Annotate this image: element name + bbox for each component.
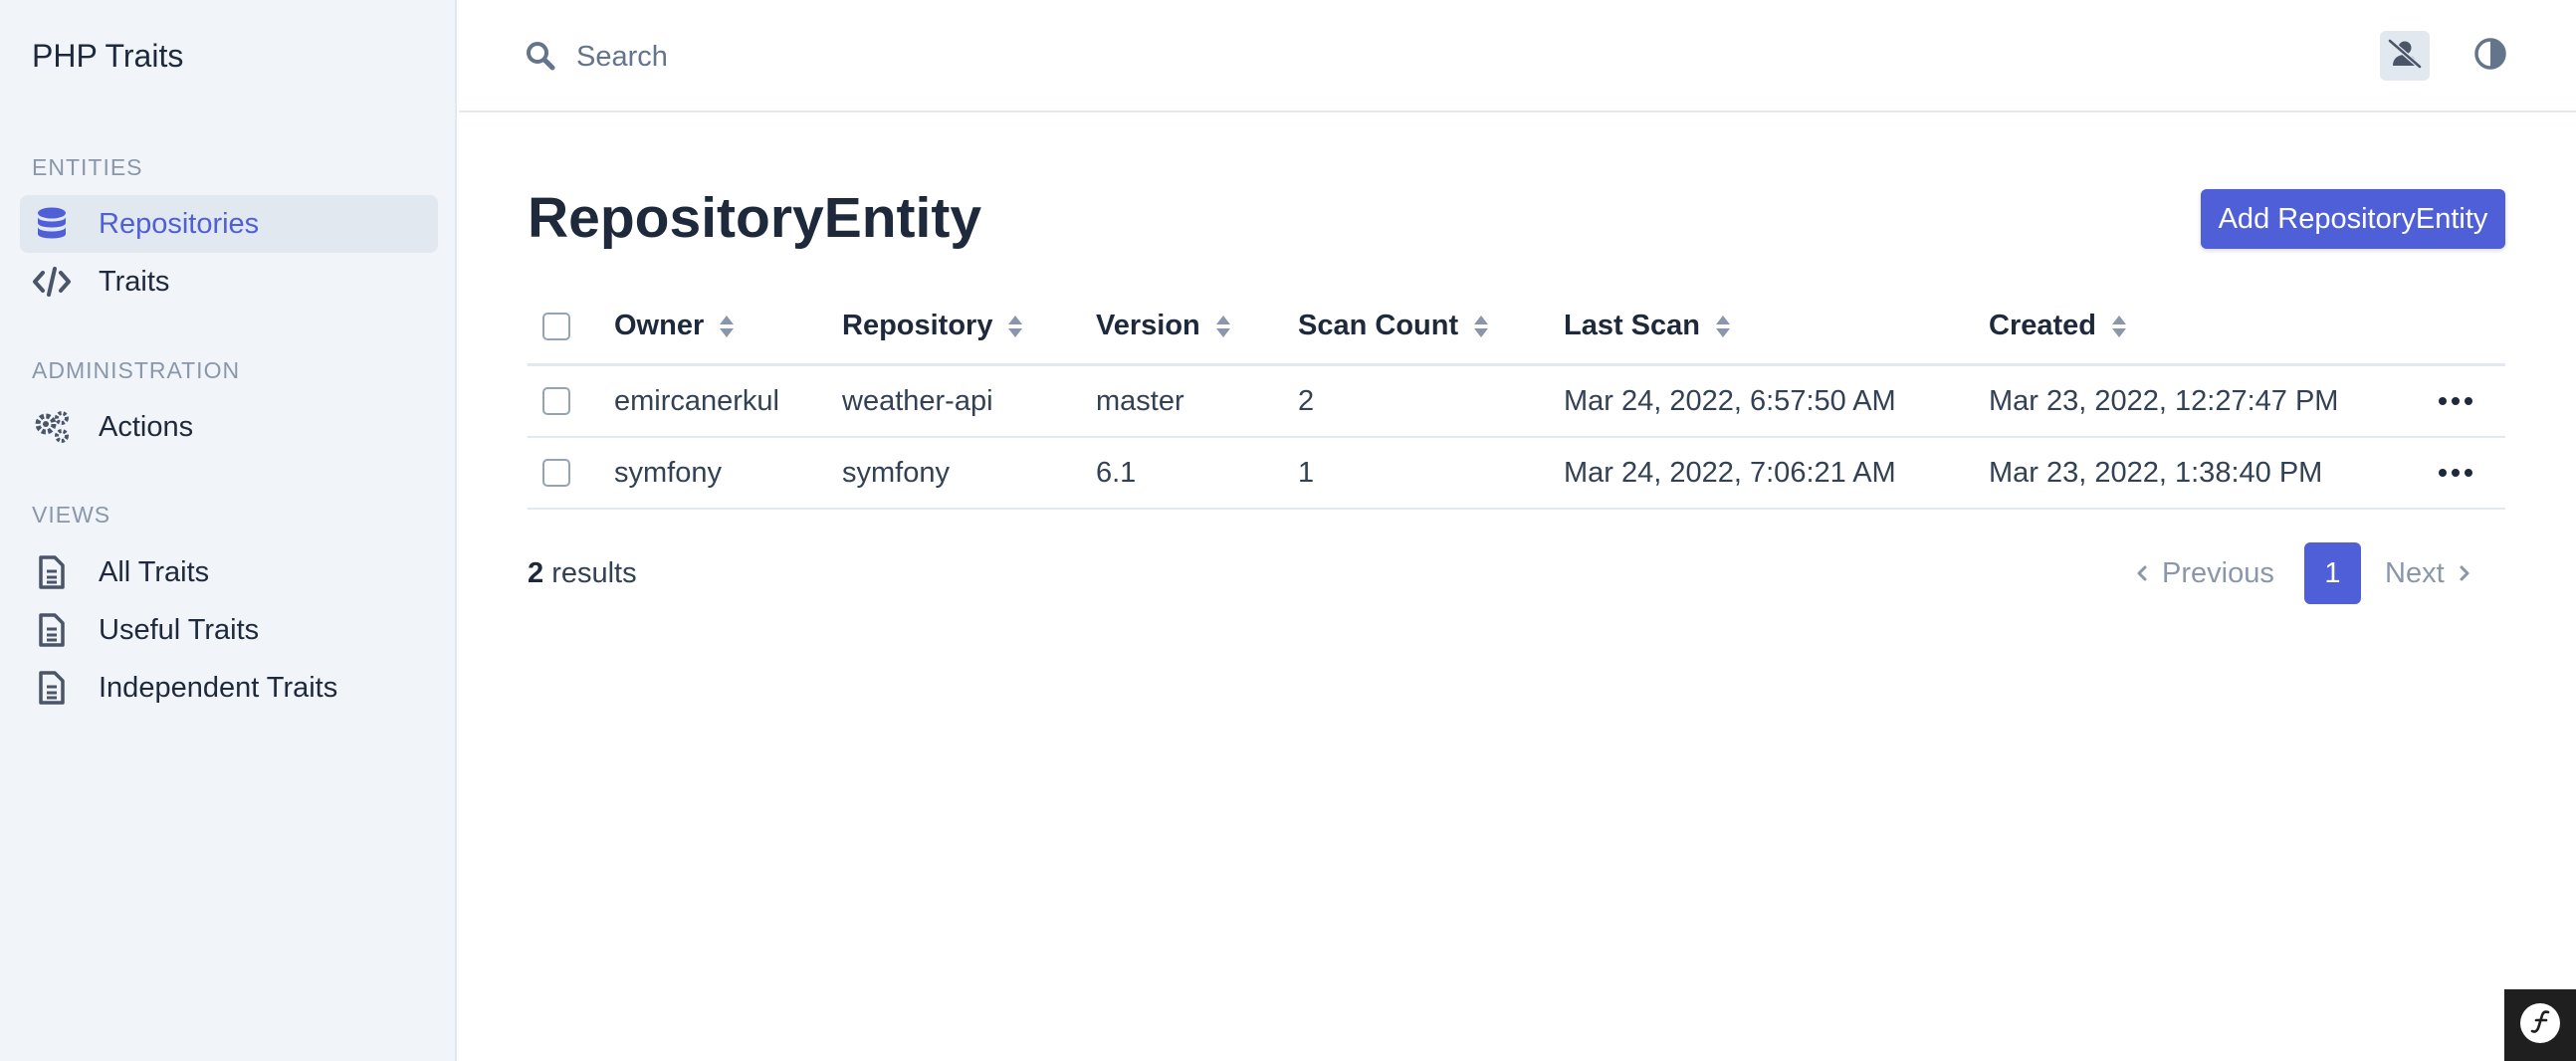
document-icon [32,552,72,592]
database-icon [32,204,72,244]
pagination-previous[interactable]: Previous [2136,542,2274,604]
ellipsis-icon [2439,469,2472,477]
sort-icon [718,314,736,339]
section-label-administration: ADMINISTRATION [32,357,241,383]
app-title[interactable]: PHP Traits [32,38,183,75]
sidebar-item-independent-traits[interactable]: Independent Traits [20,659,438,717]
cell-last-scan: Mar 24, 2022, 7:06:21 AM [1564,456,1896,489]
code-icon [32,262,72,302]
sort-icon [1214,314,1232,339]
cell-last-scan: Mar 24, 2022, 6:57:50 AM [1564,384,1896,417]
cell-scan-count: 2 [1298,384,1315,417]
cell-version: master [1096,384,1184,417]
pagination-next[interactable]: Next [2385,542,2470,604]
sidebar-item-actions[interactable]: Actions [20,398,438,456]
sort-icon [2110,314,2128,339]
symfony-toolbar-toggle[interactable] [2504,989,2576,1061]
section-label-views: VIEWS [32,502,111,528]
gears-icon [32,407,72,447]
pagination-page-1[interactable]: 1 [2304,542,2361,604]
sort-icon [1472,314,1490,339]
column-header-repository[interactable]: Repository [842,289,1024,363]
table-row: symfony symfony 6.1 1 Mar 24, 2022, 7:06… [528,438,2505,510]
cell-scan-count: 1 [1298,456,1315,489]
sidebar-item-repositories[interactable]: Repositories [20,195,438,253]
sidebar: PHP Traits ENTITIES Repositories Traits … [0,0,457,1061]
add-entity-button[interactable]: Add RepositoryEntity [2201,189,2505,249]
theme-toggle-button[interactable] [2468,33,2513,79]
symfony-logo-icon [2518,1001,2562,1050]
sort-icon [1714,314,1732,339]
table-header: Owner Repository Version Scan Count Last… [528,289,2505,366]
document-icon [32,610,72,650]
row-actions-button[interactable] [2439,438,2472,508]
sidebar-item-label: Traits [99,265,170,298]
chevron-right-icon [2459,564,2470,582]
ellipsis-icon [2439,397,2472,405]
select-all-checkbox[interactable] [542,312,570,340]
cell-repository: symfony [842,456,950,489]
row-checkbox[interactable] [542,387,570,415]
sidebar-item-label: Independent Traits [99,671,338,704]
sidebar-item-label: Repositories [99,207,260,240]
cell-version: 6.1 [1096,456,1137,489]
user-slash-icon [2387,38,2423,75]
sidebar-item-label: Actions [99,410,194,443]
user-menu-button[interactable] [2380,31,2430,81]
row-checkbox[interactable] [542,459,570,487]
cell-created: Mar 23, 2022, 1:38:40 PM [1989,456,2323,489]
contrast-icon [2473,37,2507,76]
pagination: Previous 1 Next [2130,542,2508,604]
cell-created: Mar 23, 2022, 12:27:47 PM [1989,384,2339,417]
column-header-created[interactable]: Created [1989,289,2128,363]
search-input[interactable] [576,32,1472,82]
topbar [459,0,2576,112]
cell-repository: weather-api [842,384,993,417]
column-header-last-scan[interactable]: Last Scan [1564,289,1732,363]
column-header-version[interactable]: Version [1096,289,1232,363]
table-row: emircanerkul weather-api master 2 Mar 24… [528,366,2505,438]
column-header-scan-count[interactable]: Scan Count [1298,289,1490,363]
repository-table: Owner Repository Version Scan Count Last… [528,289,2505,510]
cell-owner: symfony [614,456,722,489]
sidebar-item-label: All Traits [99,555,210,588]
sidebar-item-label: Useful Traits [99,613,260,646]
cell-owner: emircanerkul [614,384,779,417]
sidebar-item-all-traits[interactable]: All Traits [20,543,438,601]
sidebar-item-traits[interactable]: Traits [20,253,438,311]
results-count: 2 results [528,557,637,589]
search-icon [525,40,556,77]
column-header-owner[interactable]: Owner [614,289,736,363]
document-icon [32,668,72,708]
section-label-entities: ENTITIES [32,154,143,180]
sidebar-item-useful-traits[interactable]: Useful Traits [20,601,438,659]
page-title: RepositoryEntity [528,186,982,250]
sort-icon [1006,314,1024,339]
row-actions-button[interactable] [2439,366,2472,436]
chevron-left-icon [2136,564,2148,582]
